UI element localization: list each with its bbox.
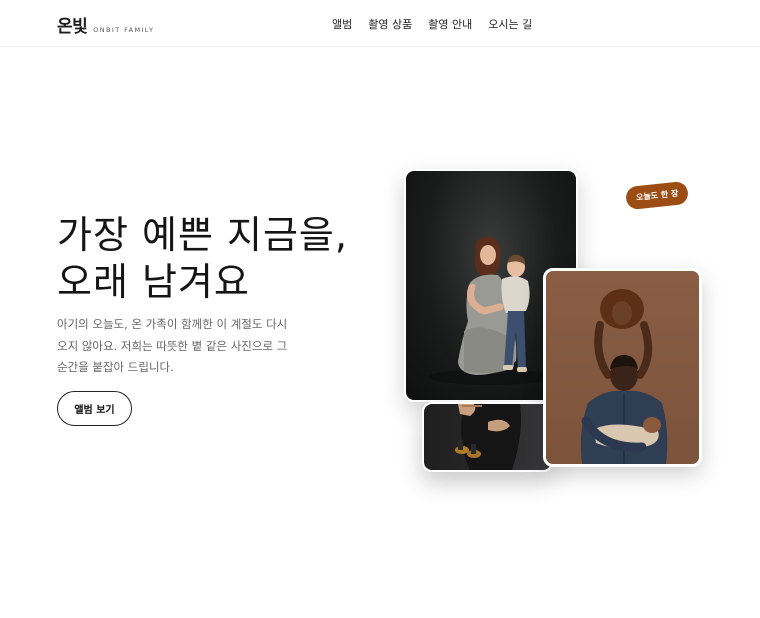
logo-text-korean: 온빛	[57, 17, 88, 37]
hero-description: 아기의 오늘도, 온 가족이 함께한 이 계절도 다시 오지 않아요. 저희는 …	[57, 317, 288, 374]
photo-maternity-illustration	[455, 404, 521, 470]
hero-headline: 가장 예쁜 지금을, 오래 남겨요	[57, 212, 348, 306]
site-header: 온빛 ONBIT FAMILY 앨범 촬영 상품 촬영 안내 오시는 길	[0, 0, 760, 47]
logo-text-english: ONBIT FAMILY	[93, 26, 155, 34]
photo-maternity	[422, 402, 553, 472]
main-nav: 앨범 촬영 상품 촬영 안내 오시는 길	[332, 16, 532, 32]
nav-item-directions[interactable]: 오시는 길	[488, 16, 532, 32]
badge-today: 오늘도 한 장	[624, 180, 690, 211]
hero-headline-line-2: 오래 남겨요	[57, 260, 250, 304]
photo-family-illustration	[580, 289, 668, 464]
nav-item-products[interactable]: 촬영 상품	[368, 16, 412, 32]
photo-family	[543, 268, 702, 467]
logo[interactable]: 온빛 ONBIT FAMILY	[57, 12, 154, 37]
nav-item-guide[interactable]: 촬영 안내	[428, 16, 472, 32]
view-album-button[interactable]: 앨범 보기	[57, 391, 132, 426]
nav-item-album[interactable]: 앨범	[332, 16, 352, 32]
hero-headline-line-1: 가장 예쁜 지금을,	[57, 213, 348, 257]
